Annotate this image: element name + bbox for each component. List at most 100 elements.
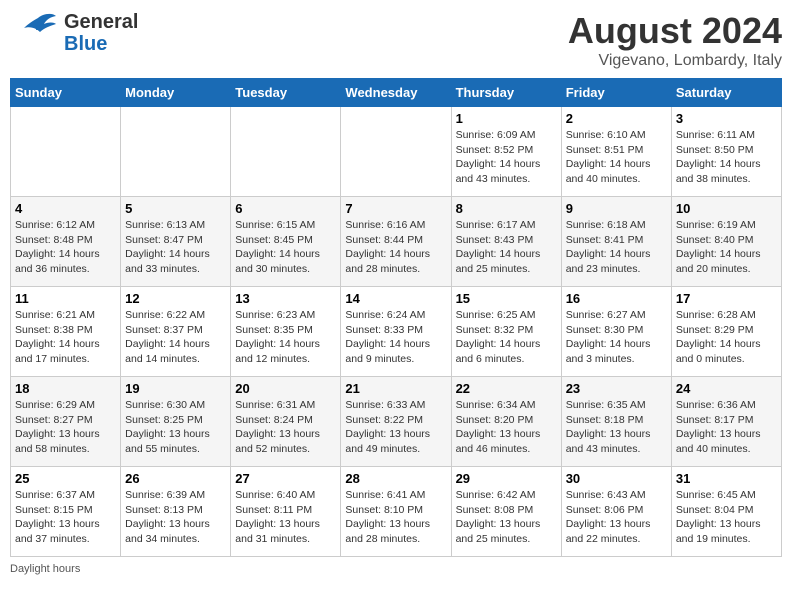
calendar-cell: 20 Sunrise: 6:31 AM Sunset: 8:24 PM Dayli… [231, 377, 341, 467]
calendar-cell: 16 Sunrise: 6:27 AM Sunset: 8:30 PM Dayli… [561, 287, 671, 377]
calendar-cell: 14 Sunrise: 6:24 AM Sunset: 8:33 PM Dayli… [341, 287, 451, 377]
logo-text-group: General Blue [64, 11, 138, 55]
day-number: 29 [456, 471, 557, 486]
calendar-cell: 8Sunrise: 6:17 AM Sunset: 8:43 PM Daylig… [451, 197, 561, 287]
calendar-cell: 24Sunrise: 6:36 AM Sunset: 8:17 PM Dayli… [671, 377, 781, 467]
day-number: 14 [345, 291, 446, 306]
day-number: 1 [456, 111, 557, 126]
day-number: 7 [345, 201, 446, 216]
day-header-monday: Monday [121, 79, 231, 107]
day-info: Sunrise: 6:19 AM Sunset: 8:40 PM Dayligh… [676, 218, 777, 277]
day-number: 22 [456, 381, 557, 396]
day-info: Sunrise: 6:23 AM Sunset: 8:35 PM Dayligh… [235, 308, 336, 367]
day-number: 16 [566, 291, 667, 306]
day-header-friday: Friday [561, 79, 671, 107]
calendar-cell: 25 Sunrise: 6:37 AM Sunset: 8:15 PM Dayli… [11, 467, 121, 557]
day-number: 15 [456, 291, 557, 306]
calendar-cell: 27 Sunrise: 6:40 AM Sunset: 8:11 PM Dayli… [231, 467, 341, 557]
day-info: Sunrise: 6:15 AM Sunset: 8:45 PM Dayligh… [235, 218, 336, 277]
day-number: 18 [15, 381, 116, 396]
calendar-cell: 29 Sunrise: 6:42 AM Sunset: 8:08 PM Dayli… [451, 467, 561, 557]
day-number: 28 [345, 471, 446, 486]
calendar-cell: 28Sunrise: 6:41 AM Sunset: 8:10 PM Dayli… [341, 467, 451, 557]
calendar-week-3: 11Sunrise: 6:21 AM Sunset: 8:38 PM Dayli… [11, 287, 782, 377]
calendar-cell: 3Sunrise: 6:11 AM Sunset: 8:50 PM Daylig… [671, 107, 781, 197]
day-info: Sunrise: 6:34 AM Sunset: 8:20 PM Dayligh… [456, 398, 557, 457]
calendar-cell: 6 Sunrise: 6:15 AM Sunset: 8:45 PM Daylig… [231, 197, 341, 287]
day-number: 6 [235, 201, 336, 216]
calendar-cell: 26 Sunrise: 6:39 AM Sunset: 8:13 PM Dayli… [121, 467, 231, 557]
day-number: 26 [125, 471, 226, 486]
calendar-cell: 15Sunrise: 6:25 AM Sunset: 8:32 PM Dayli… [451, 287, 561, 377]
day-info: Sunrise: 6:43 AM Sunset: 8:06 PM Dayligh… [566, 488, 667, 547]
day-number: 30 [566, 471, 667, 486]
day-number: 17 [676, 291, 777, 306]
day-info: Sunrise: 6:30 AM Sunset: 8:25 PM Dayligh… [125, 398, 226, 457]
calendar-cell: 21 Sunrise: 6:33 AM Sunset: 8:22 PM Dayli… [341, 377, 451, 467]
day-number: 23 [566, 381, 667, 396]
calendar-week-4: 18 Sunrise: 6:29 AM Sunset: 8:27 PM Dayli… [11, 377, 782, 467]
day-info: Sunrise: 6:16 AM Sunset: 8:44 PM Dayligh… [345, 218, 446, 277]
day-header-sunday: Sunday [11, 79, 121, 107]
title-section: August 2024 Vigevano, Lombardy, Italy [568, 10, 782, 70]
calendar-body: 1 Sunrise: 6:09 AM Sunset: 8:52 PM Daylig… [11, 107, 782, 557]
day-info: Sunrise: 6:29 AM Sunset: 8:27 PM Dayligh… [15, 398, 116, 457]
day-number: 25 [15, 471, 116, 486]
logo-icon [10, 10, 60, 55]
calendar-cell: 2 Sunrise: 6:10 AM Sunset: 8:51 PM Daylig… [561, 107, 671, 197]
day-number: 8 [456, 201, 557, 216]
day-number: 10 [676, 201, 777, 216]
day-number: 20 [235, 381, 336, 396]
calendar-cell: 7 Sunrise: 6:16 AM Sunset: 8:44 PM Daylig… [341, 197, 451, 287]
calendar-week-5: 25 Sunrise: 6:37 AM Sunset: 8:15 PM Dayli… [11, 467, 782, 557]
day-info: Sunrise: 6:31 AM Sunset: 8:24 PM Dayligh… [235, 398, 336, 457]
day-info: Sunrise: 6:11 AM Sunset: 8:50 PM Dayligh… [676, 128, 777, 187]
day-info: Sunrise: 6:39 AM Sunset: 8:13 PM Dayligh… [125, 488, 226, 547]
day-number: 4 [15, 201, 116, 216]
day-info: Sunrise: 6:33 AM Sunset: 8:22 PM Dayligh… [345, 398, 446, 457]
day-number: 31 [676, 471, 777, 486]
logo-blue: Blue [64, 33, 138, 55]
calendar-cell: 12Sunrise: 6:22 AM Sunset: 8:37 PM Dayli… [121, 287, 231, 377]
calendar-cell [231, 107, 341, 197]
calendar-cell: 5Sunrise: 6:13 AM Sunset: 8:47 PM Daylig… [121, 197, 231, 287]
calendar-cell [121, 107, 231, 197]
day-number: 21 [345, 381, 446, 396]
calendar-cell: 10 Sunrise: 6:19 AM Sunset: 8:40 PM Dayli… [671, 197, 781, 287]
calendar-cell: 19 Sunrise: 6:30 AM Sunset: 8:25 PM Dayli… [121, 377, 231, 467]
calendar-week-1: 1 Sunrise: 6:09 AM Sunset: 8:52 PM Daylig… [11, 107, 782, 197]
day-header-thursday: Thursday [451, 79, 561, 107]
day-info: Sunrise: 6:42 AM Sunset: 8:08 PM Dayligh… [456, 488, 557, 547]
calendar-header-row: SundayMondayTuesdayWednesdayThursdayFrid… [11, 79, 782, 107]
calendar-cell: 4 Sunrise: 6:12 AM Sunset: 8:48 PM Daylig… [11, 197, 121, 287]
day-info: Sunrise: 6:37 AM Sunset: 8:15 PM Dayligh… [15, 488, 116, 547]
day-number: 27 [235, 471, 336, 486]
day-number: 2 [566, 111, 667, 126]
calendar-cell [341, 107, 451, 197]
day-number: 9 [566, 201, 667, 216]
day-info: Sunrise: 6:09 AM Sunset: 8:52 PM Dayligh… [456, 128, 557, 187]
day-info: Sunrise: 6:35 AM Sunset: 8:18 PM Dayligh… [566, 398, 667, 457]
calendar-cell: 1 Sunrise: 6:09 AM Sunset: 8:52 PM Daylig… [451, 107, 561, 197]
day-info: Sunrise: 6:18 AM Sunset: 8:41 PM Dayligh… [566, 218, 667, 277]
calendar-week-2: 4 Sunrise: 6:12 AM Sunset: 8:48 PM Daylig… [11, 197, 782, 287]
logo: General Blue [10, 10, 138, 55]
calendar-cell: 23 Sunrise: 6:35 AM Sunset: 8:18 PM Dayli… [561, 377, 671, 467]
calendar-cell [11, 107, 121, 197]
day-header-tuesday: Tuesday [231, 79, 341, 107]
day-info: Sunrise: 6:28 AM Sunset: 8:29 PM Dayligh… [676, 308, 777, 367]
calendar-cell: 31Sunrise: 6:45 AM Sunset: 8:04 PM Dayli… [671, 467, 781, 557]
day-header-wednesday: Wednesday [341, 79, 451, 107]
day-info: Sunrise: 6:24 AM Sunset: 8:33 PM Dayligh… [345, 308, 446, 367]
calendar-cell: 11Sunrise: 6:21 AM Sunset: 8:38 PM Dayli… [11, 287, 121, 377]
month-year: August 2024 [568, 10, 782, 52]
day-info: Sunrise: 6:10 AM Sunset: 8:51 PM Dayligh… [566, 128, 667, 187]
day-number: 19 [125, 381, 226, 396]
day-info: Sunrise: 6:12 AM Sunset: 8:48 PM Dayligh… [15, 218, 116, 277]
calendar-cell: 17 Sunrise: 6:28 AM Sunset: 8:29 PM Dayli… [671, 287, 781, 377]
location: Vigevano, Lombardy, Italy [568, 52, 782, 70]
day-info: Sunrise: 6:27 AM Sunset: 8:30 PM Dayligh… [566, 308, 667, 367]
day-info: Sunrise: 6:40 AM Sunset: 8:11 PM Dayligh… [235, 488, 336, 547]
page-header: General Blue August 2024 Vigevano, Lomba… [10, 10, 782, 70]
day-number: 11 [15, 291, 116, 306]
